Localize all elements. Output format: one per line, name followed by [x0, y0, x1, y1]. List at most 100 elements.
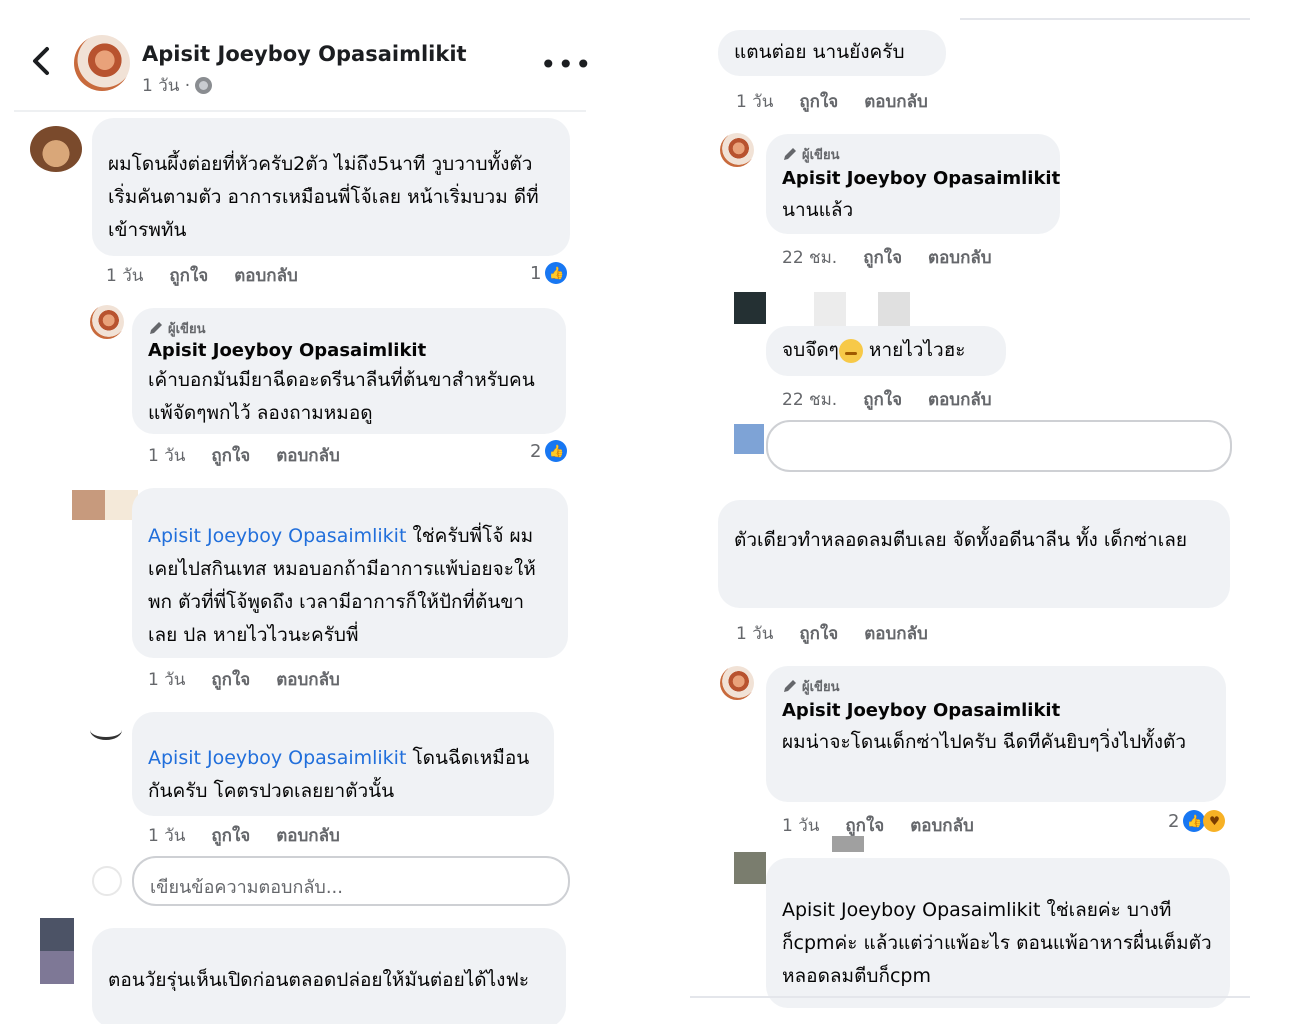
comment-text: Apisit Joeyboy Opasaimlikit ใช่เลยค่ะ บา…	[782, 899, 1212, 987]
comment-bubble: ตอนวัยรุ่นเห็นเปิดก่อนตลอดปล่อยให้มันต่อ…	[92, 928, 566, 1024]
comment-text: แตนต่อย นานยังครับ	[734, 41, 905, 63]
user-avatar	[734, 424, 764, 454]
reply-input[interactable]	[766, 420, 1232, 472]
reply-placeholder: เขียนข้อความตอบกลับ...	[150, 877, 343, 898]
post-author-name[interactable]: Apisit Joeyboy Opasaimlikit	[142, 42, 467, 66]
comment-text: ผมน่าจะโดนเด็กซ่าไปครับ ฉีดทีคันยิบๆวิ่ง…	[782, 731, 1186, 753]
author-badge: ผู้เขียน	[782, 676, 1210, 696]
like-button[interactable]: ถูกใจ	[799, 88, 838, 115]
reply-button[interactable]: ตอบกลับ	[276, 666, 340, 693]
reply-button[interactable]: ตอบกลับ	[276, 822, 340, 849]
comment-bubble: ตัวเดียวทำหลอดลมตีบเลย จัดทั้งอดีนาลีน ท…	[718, 500, 1230, 608]
user-avatar	[92, 866, 122, 896]
pensive-emoji-icon	[838, 338, 863, 363]
back-arrow-icon[interactable]	[30, 46, 52, 76]
globe-icon	[195, 77, 213, 94]
redacted-name	[798, 292, 998, 328]
comment-author-name[interactable]: Apisit Joeyboy Opasaimlikit	[782, 164, 1060, 194]
comment-bubble: ผู้เขียน Apisit Joeyboy Opasaimlikit ผมน…	[766, 666, 1226, 802]
comment-time: 1 วัน	[148, 826, 186, 846]
author-badge-label: ผู้เขียน	[802, 147, 840, 163]
more-options-icon[interactable]: •••	[540, 48, 593, 81]
right-screenshot-panel: แตนต่อย นานยังครับ 1 วัน ถูกใจ ตอบกลับ ผ…	[690, 0, 1270, 1024]
author-avatar-small[interactable]	[720, 666, 754, 700]
comment-time: 22 ชม.	[782, 248, 838, 268]
pencil-icon	[150, 322, 162, 334]
reply-button[interactable]: ตอบกลับ	[928, 244, 992, 271]
comment-text: นานแล้ว	[782, 199, 854, 221]
reply-button[interactable]: ตอบกลับ	[864, 620, 928, 647]
comment-text: เค้าบอกมันมียาฉีดอะดรีนาลีนที่ต้นขาสำหรั…	[148, 369, 535, 424]
like-button[interactable]: ถูกใจ	[211, 442, 250, 469]
header-divider	[14, 110, 586, 112]
comment-actions: 1 วัน ถูกใจ ตอบกลับ	[736, 88, 928, 115]
mention-link[interactable]: Apisit Joeyboy Opasaimlikit	[148, 525, 406, 547]
comment-text: ตัวเดียวทำหลอดลมตีบเลย จัดทั้งอดีนาลีน ท…	[734, 529, 1187, 551]
redacted-name	[832, 836, 864, 852]
comment-bubble: ผู้เขียน Apisit Joeyboy Opasaimlikit นาน…	[766, 134, 1060, 234]
comment-author-name[interactable]: Apisit Joeyboy Opasaimlikit	[148, 338, 550, 364]
like-button[interactable]: ถูกใจ	[169, 262, 208, 289]
comment-time: 1 วัน	[782, 816, 820, 836]
comment-text: ผมโดนผึ้งต่อยที่หัวครับ2ตัว ไม่ถึง5นาที …	[108, 153, 539, 241]
reaction-number: 2	[1168, 810, 1180, 832]
author-avatar-small[interactable]	[720, 133, 754, 167]
reply-button[interactable]: ตอบกลับ	[910, 812, 974, 839]
like-button[interactable]: ถูกใจ	[799, 620, 838, 647]
comment-bubble: จบจึดๆ หายไวไวฮะ	[766, 326, 1006, 376]
author-avatar[interactable]	[74, 35, 130, 91]
like-reaction-icon: 👍	[545, 440, 568, 462]
comment-time: 1 วัน	[148, 670, 186, 690]
care-reaction-icon: ♥	[1203, 810, 1226, 832]
like-button[interactable]: ถูกใจ	[211, 822, 250, 849]
comment-actions: 1 วัน ถูกใจ ตอบกลับ	[148, 822, 340, 849]
reply-button[interactable]: ตอบกลับ	[928, 386, 992, 413]
comment-bubble: Apisit Joeyboy Opasaimlikit โดนฉีดเหมือน…	[132, 712, 554, 816]
post-time: 1 วัน ·	[142, 76, 191, 96]
reply-input[interactable]: เขียนข้อความตอบกลับ...	[132, 856, 570, 906]
author-badge-label: ผู้เขียน	[802, 679, 840, 695]
redacted-avatar	[90, 720, 122, 740]
redacted-avatar	[734, 852, 766, 884]
reaction-count[interactable]: 1 👍	[530, 262, 568, 284]
comment-text: Apisit Joeyboy Opasaimlikit ใช่ครับพี่โจ…	[148, 520, 552, 652]
comment-actions: 22 ชม. ถูกใจ ตอบกลับ	[782, 386, 992, 413]
mention-link[interactable]: Apisit Joeyboy Opasaimlikit	[148, 747, 406, 769]
like-reaction-icon: 👍	[1183, 810, 1206, 832]
comment-text: จบจึดๆ หายไวไวฮะ	[782, 334, 990, 367]
pencil-icon	[784, 148, 796, 160]
bottom-divider	[690, 996, 1250, 998]
comment-time: 22 ชม.	[782, 390, 838, 410]
author-avatar-small[interactable]	[90, 305, 124, 339]
comment-author-name[interactable]: Apisit Joeyboy Opasaimlikit	[782, 696, 1210, 726]
comment-actions: 1 วัน ถูกใจ ตอบกลับ	[148, 666, 340, 693]
author-badge-label: ผู้เขียน	[168, 321, 206, 337]
comment-bubble: Apisit Joeyboy Opasaimlikit ใช่เลยค่ะ บา…	[766, 858, 1230, 1008]
like-button[interactable]: ถูกใจ	[211, 666, 250, 693]
reaction-count[interactable]: 2 👍	[530, 440, 568, 462]
reply-button[interactable]: ตอบกลับ	[864, 88, 928, 115]
top-divider	[960, 18, 1250, 20]
reply-button[interactable]: ตอบกลับ	[276, 442, 340, 469]
redacted-avatar	[72, 490, 138, 520]
commenter-avatar[interactable]	[30, 126, 82, 172]
like-button[interactable]: ถูกใจ	[863, 386, 902, 413]
reaction-number: 2	[530, 440, 542, 462]
redacted-avatar	[734, 292, 766, 324]
comment-time: 1 วัน	[148, 446, 186, 466]
comment-bubble: Apisit Joeyboy Opasaimlikit ใช่ครับพี่โจ…	[132, 488, 568, 658]
author-badge: ผู้เขียน	[782, 144, 1044, 164]
comment-bubble: แตนต่อย นานยังครับ	[718, 30, 946, 76]
comment-actions: 1 วัน ถูกใจ ตอบกลับ	[148, 442, 340, 469]
reaction-count[interactable]: 2 👍 ♥	[1168, 810, 1226, 832]
comment-bubble: ผมโดนผึ้งต่อยที่หัวครับ2ตัว ไม่ถึง5นาที …	[92, 118, 570, 256]
reaction-number: 1	[530, 262, 542, 284]
like-reaction-icon: 👍	[545, 262, 568, 284]
reply-button[interactable]: ตอบกลับ	[234, 262, 298, 289]
like-button[interactable]: ถูกใจ	[863, 244, 902, 271]
comment-actions: 1 วัน ถูกใจ ตอบกลับ	[736, 620, 928, 647]
comment-body-2: หายไวไวฮะ	[862, 339, 966, 361]
comment-time: 1 วัน	[736, 92, 774, 112]
comment-text: Apisit Joeyboy Opasaimlikit โดนฉีดเหมือน…	[148, 742, 538, 808]
like-button[interactable]: ถูกใจ	[845, 812, 884, 839]
